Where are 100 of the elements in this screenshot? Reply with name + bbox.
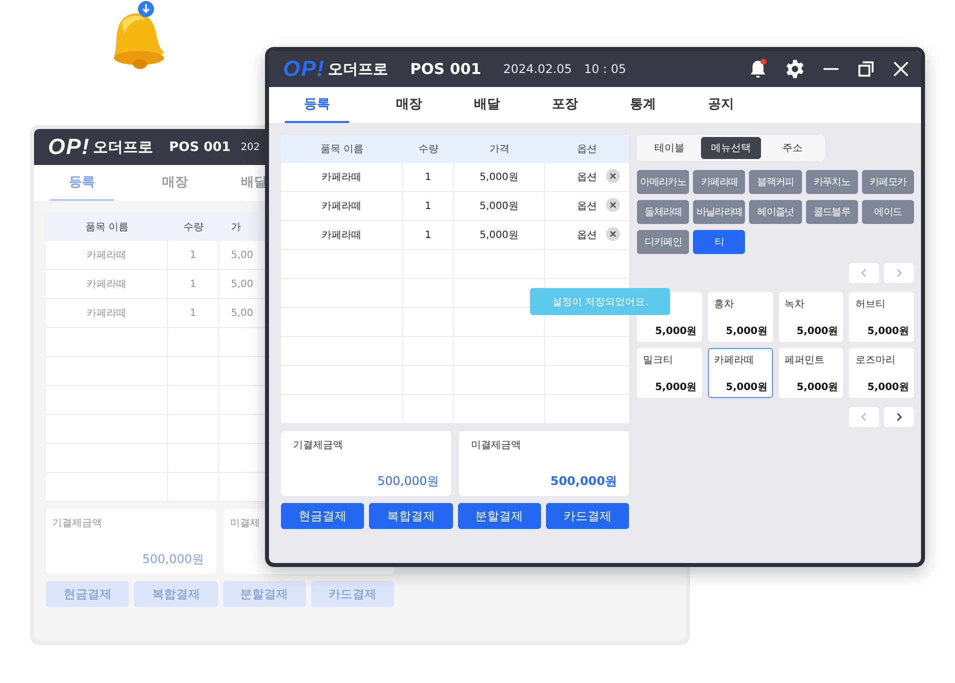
table-cell: 1 [168, 270, 219, 298]
amount-text: 500,000원 [377, 473, 439, 490]
product-card[interactable]: 홍차 5,000원 [708, 292, 772, 342]
pos-name: POS 001 [410, 60, 482, 78]
summary-label: 미결제금액 [471, 439, 521, 452]
payment-button[interactable]: 복합결제 [369, 503, 452, 529]
table-cell: 5,000원 [454, 192, 545, 220]
payment-button[interactable]: 카드결제 [546, 503, 629, 529]
category-button[interactable]: 카페라떼 [693, 170, 746, 194]
product-price: 5,000원 [726, 381, 768, 394]
category-button[interactable]: 헤이즐넛 [749, 200, 802, 224]
column-header: 옵션 [576, 143, 598, 157]
category-button[interactable]: 돌체라떼 [637, 200, 690, 224]
remove-icon[interactable] [606, 198, 620, 212]
product-price: 5,000원 [867, 381, 909, 394]
category-button[interactable]: 에이드 [862, 200, 914, 224]
time-text: 10 : 05 [584, 62, 626, 76]
product-card[interactable]: 밀크티 5,000원 [637, 348, 702, 398]
product-name: 페퍼민트 [784, 354, 824, 367]
payment-button[interactable]: 카드결제 [310, 581, 394, 607]
product-price: 5,000원 [796, 325, 838, 338]
date-text: 2024.02.05 [503, 62, 572, 76]
option-text: 옵션 [577, 171, 597, 184]
remove-icon[interactable] [606, 227, 620, 241]
category-button[interactable]: 카푸치노 [806, 170, 858, 194]
category-button[interactable]: 아메리카노 [637, 170, 690, 194]
table-cell: 1 [403, 163, 454, 191]
column-header: 품목 이름 [319, 143, 365, 157]
pos-name: POS 001 [169, 140, 231, 154]
product-card[interactable]: 허브티 5,000원 [849, 292, 914, 342]
table-cell: 카페라떼 [46, 241, 168, 269]
tab[interactable]: 통계 [603, 87, 683, 123]
payment-button[interactable]: 분할결제 [458, 503, 541, 529]
payment-button[interactable]: 현금결제 [46, 581, 130, 607]
settings-icon[interactable] [784, 58, 806, 80]
segment-tab[interactable]: 주소 [762, 137, 822, 159]
chevron-left-icon [859, 268, 869, 278]
category-button[interactable]: 블랙커피 [749, 170, 802, 194]
option-text: 옵션 [577, 229, 597, 242]
tab[interactable]: 배달 [447, 87, 527, 123]
summary-label: 기결제금액 [293, 439, 343, 452]
payment-button[interactable]: 분할결제 [222, 581, 306, 607]
product-name: 밀크티 [643, 354, 673, 367]
table-cell: 1 [168, 299, 219, 327]
table-cell: 5,000원 [454, 163, 545, 191]
logo-text: 오더프로 [93, 138, 154, 156]
chevron-right-icon [894, 268, 904, 278]
product-price: 5,000원 [655, 381, 697, 394]
category-button[interactable]: 콜드블루 [806, 200, 858, 224]
logo-mark: OP! [48, 134, 90, 160]
table-cell: 1 [403, 192, 454, 220]
product-name: 카페라떼 [714, 354, 754, 367]
chevron-left-icon [859, 412, 869, 422]
table-cell: 1 [403, 221, 454, 249]
category-button[interactable]: 티 [693, 230, 746, 254]
table-cell: 카페라떼 [281, 221, 403, 249]
tab[interactable]: 포장 [525, 87, 605, 123]
table-cell: 카페라떼 [46, 270, 168, 298]
product-name: 홍차 [714, 298, 734, 311]
table-cell: 카페라떼 [281, 163, 403, 191]
category-button[interactable]: 바닐라라떼 [693, 200, 746, 224]
tab[interactable]: 등록 [285, 87, 349, 123]
column-header: 가격 [488, 143, 510, 157]
logo-text: 오더프로 [328, 60, 388, 78]
payment-button[interactable]: 현금결제 [281, 503, 364, 529]
amount-text: 500,000원 [550, 473, 617, 490]
column-header: 수량 [418, 143, 440, 157]
product-card[interactable]: 페퍼민트 5,000원 [778, 348, 844, 398]
product-card[interactable]: 카페라떼 5,000원 [708, 348, 772, 398]
table-cell: 카페라떼 [46, 299, 168, 327]
tab[interactable]: 공지 [681, 87, 761, 123]
summary-label: 미결제 [230, 517, 260, 530]
category-button[interactable]: 디카페인 [637, 230, 690, 254]
segment-tab[interactable]: 메뉴선택 [701, 137, 761, 159]
product-card[interactable]: 로즈마리 5,000원 [849, 348, 914, 398]
segment-tab[interactable]: 테이블 [640, 137, 700, 159]
summary-label: 기결제금액 [52, 517, 102, 530]
product-name: 허브티 [855, 298, 886, 311]
date-text: 202 [240, 142, 260, 152]
chevron-right-icon [894, 412, 904, 422]
table-cell: 카페라떼 [281, 192, 403, 220]
tab[interactable]: 배달 [241, 165, 267, 201]
product-price: 5,000원 [655, 325, 697, 338]
table-cell: 5,000원 [454, 221, 545, 249]
product-price: 5,000원 [796, 381, 838, 394]
column-header: 수량 [182, 221, 204, 235]
product-price: 5,000원 [726, 325, 768, 338]
tab[interactable]: 등록 [50, 165, 114, 201]
table-cell: 1 [168, 241, 219, 269]
remove-icon[interactable] [606, 169, 620, 183]
category-button[interactable]: 카페모카 [862, 170, 914, 194]
product-name: 로즈마리 [855, 354, 896, 367]
product-card[interactable]: 녹차 5,000원 [778, 292, 844, 342]
tab[interactable]: 매장 [162, 165, 188, 201]
tab[interactable]: 매장 [369, 87, 449, 123]
product-name: 녹차 [784, 298, 804, 311]
column-header: 품목 이름 [84, 221, 130, 235]
payment-button[interactable]: 복합결제 [134, 581, 218, 607]
option-text: 옵션 [577, 200, 597, 213]
logo-mark: OP! [283, 56, 326, 82]
